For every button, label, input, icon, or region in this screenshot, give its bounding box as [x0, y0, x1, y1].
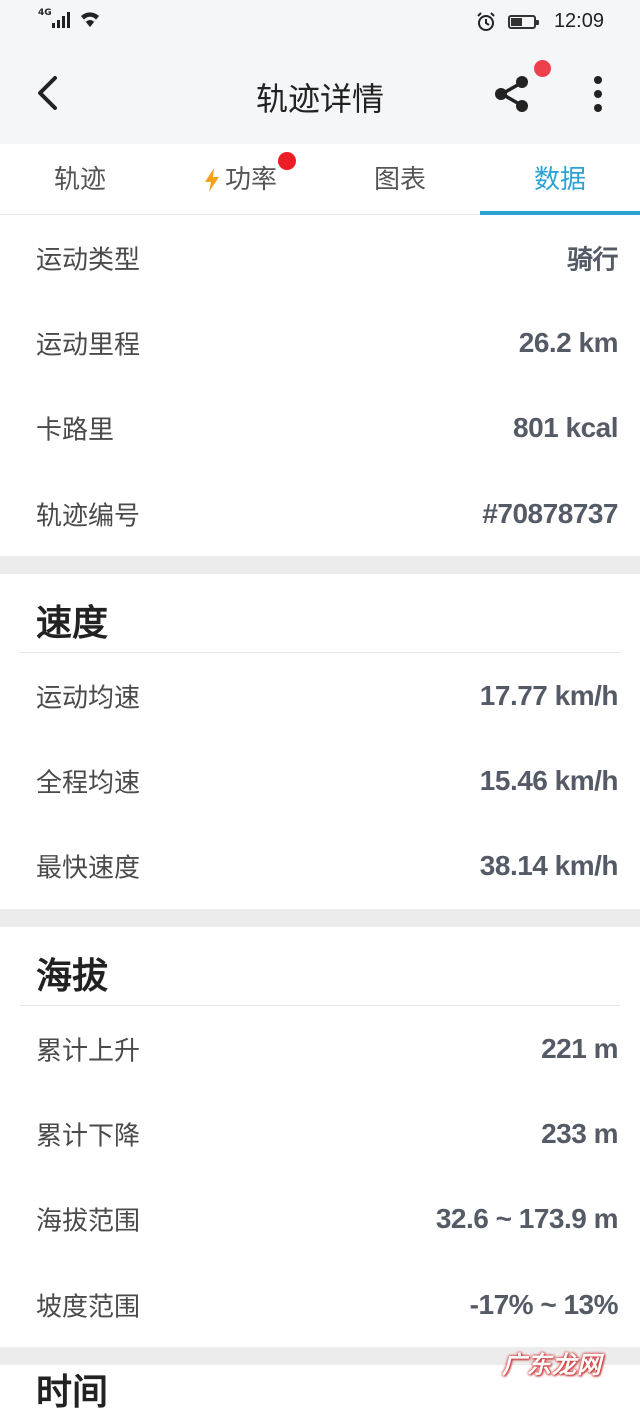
stat-value: 15.46 km/h [479, 765, 619, 797]
section-title: 海拔 [36, 956, 109, 998]
stat-row-max-speed: 最快速度 38.14 km/h [36, 824, 619, 909]
stat-label: 海拔范围 [36, 1206, 141, 1237]
tab-track[interactable]: 轨迹 [0, 144, 160, 214]
stat-row-grade-range: 坡度范围 -17% ~ 13% [36, 1262, 619, 1347]
network-type: 4G [38, 8, 52, 18]
tab-label: 图表 [373, 165, 426, 195]
stat-label: 卡路里 [36, 415, 115, 446]
stat-label: 累计上升 [36, 1036, 141, 1067]
tab-power[interactable]: 功率 [160, 144, 320, 214]
stat-value: 38.14 km/h [479, 850, 619, 882]
section-divider [0, 909, 640, 928]
battery-icon [507, 14, 539, 29]
stat-value: 233 m [541, 1118, 618, 1150]
share-icon [495, 76, 528, 112]
stat-value: 骑行 [566, 245, 619, 276]
notification-dot [534, 60, 551, 77]
stat-label: 最快速度 [36, 853, 141, 884]
stat-row-distance: 运动里程 26.2 km [36, 300, 619, 385]
page-title: 轨迹详情 [255, 80, 384, 118]
data-content: 运动类型 骑行 运动里程 26.2 km 卡路里 801 kcal 轨迹编号 #… [0, 215, 640, 1366]
stat-row-total-descent: 累计下降 233 m [36, 1091, 618, 1176]
lightning-icon [204, 168, 219, 192]
tab-data[interactable]: 数据 [480, 144, 640, 214]
stat-label: 全程均速 [36, 768, 141, 799]
stat-label: 轨迹编号 [36, 501, 141, 532]
alarm-icon [477, 11, 495, 31]
stat-label: 运动里程 [36, 330, 141, 361]
signal-icon [51, 10, 70, 28]
wifi-icon [80, 12, 99, 27]
stat-value: -17% ~ 13% [469, 1288, 619, 1320]
tab-notification-dot [278, 152, 296, 170]
stat-value: 32.6 ~ 173.9 m [435, 1203, 619, 1235]
stat-value: 221 m [541, 1032, 618, 1064]
section-title: 速度 [36, 603, 109, 645]
stat-label: 累计下降 [36, 1121, 141, 1152]
app-bar: 轨迹详情 [0, 44, 640, 144]
tab-label: 轨迹 [53, 165, 106, 195]
tab-label: 功率 [224, 165, 277, 195]
section-title-time: 时间 [36, 1372, 109, 1413]
more-button[interactable] [584, 72, 612, 116]
stat-row-track-id: 轨迹编号 #70878737 [36, 471, 618, 556]
stat-value: #70878737 [482, 497, 618, 529]
section-header-speed: 速度 [20, 574, 620, 654]
stat-value: 26.2 km [518, 326, 619, 358]
section-divider [0, 556, 640, 575]
stat-row-altitude-range: 海拔范围 32.6 ~ 173.9 m [36, 1177, 619, 1262]
stat-row-total-ascent: 累计上升 221 m [36, 1006, 618, 1091]
stat-row-overall-avg-speed: 全程均速 15.46 km/h [36, 738, 619, 823]
stat-label: 坡度范围 [36, 1292, 141, 1323]
status-time: 12:09 [553, 10, 604, 32]
stat-value: 801 kcal [513, 412, 619, 444]
share-button[interactable] [490, 72, 534, 116]
status-bar: 4G 12:09 [0, 0, 640, 44]
tab-label: 数据 [533, 165, 586, 195]
stat-row-sport-type: 运动类型 骑行 [36, 215, 619, 300]
watermark: 广东龙网 [502, 1351, 602, 1379]
stat-label: 运动均速 [36, 683, 141, 714]
tab-chart[interactable]: 图表 [320, 144, 480, 214]
stat-row-moving-avg-speed: 运动均速 17.77 km/h [36, 653, 619, 738]
stat-value: 17.77 km/h [479, 679, 619, 711]
tab-bar: 轨迹 功率 图表 数据 [0, 144, 640, 215]
stat-label: 运动类型 [36, 245, 141, 276]
more-vertical-icon [594, 76, 602, 112]
stat-row-calories: 卡路里 801 kcal [36, 386, 619, 471]
section-header-altitude: 海拔 [20, 927, 620, 1007]
